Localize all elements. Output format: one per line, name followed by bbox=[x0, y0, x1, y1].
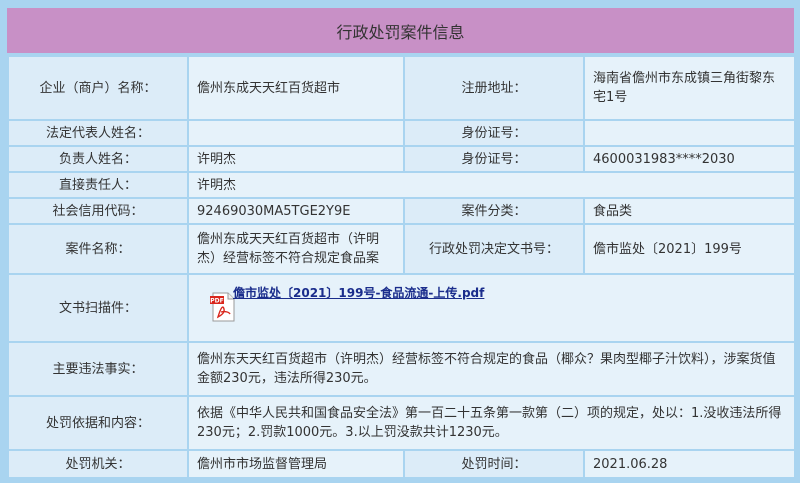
date-value: 2021.06.28 bbox=[585, 451, 794, 477]
facts-value: 儋州东天天红百货超市（许明杰）经营标签不符合规定的食品（椰众？果肉型椰子汁饮料）… bbox=[189, 343, 794, 395]
facts-label: 主要违法事实： bbox=[9, 343, 187, 395]
table-row: 案件名称： 儋州东成天天红百货超市（许明杰）经营标签不符合规定食品案 行政处罚决… bbox=[9, 225, 794, 273]
table-row: 处罚机关： 儋州市市场监督管理局 处罚时间： 2021.06.28 bbox=[9, 451, 794, 477]
basis-value: 依据《中华人民共和国食品安全法》第一百二十五条第一款第（二）项的规定，处以：1.… bbox=[189, 397, 794, 449]
address-value: 海南省儋州市东成镇三角街黎东宅1号 bbox=[585, 57, 794, 119]
authority-label: 处罚机关： bbox=[9, 451, 187, 477]
scan-pdf-link[interactable]: 儋市监处〔2021〕199号-食品流通-上传.pdf bbox=[233, 284, 484, 303]
company-label: 企业（商户）名称： bbox=[9, 57, 187, 119]
table-row: 处罚依据和内容： 依据《中华人民共和国食品安全法》第一百二十五条第一款第（二）项… bbox=[9, 397, 794, 449]
credit-code-value: 92469030MA5TGE2Y9E bbox=[189, 199, 403, 223]
category-label: 案件分类： bbox=[405, 199, 583, 223]
principal-id-value: 4600031983****2030 bbox=[585, 147, 794, 171]
table-row: 文书扫描件： PDF 儋市监处〔2021〕199号-食品流通-上传.pdf bbox=[9, 275, 794, 341]
table-row: 法定代表人姓名： 身份证号： bbox=[9, 121, 794, 145]
date-label: 处罚时间： bbox=[405, 451, 583, 477]
basis-label: 处罚依据和内容： bbox=[9, 397, 187, 449]
case-info-table: 企业（商户）名称： 儋州东成天天红百货超市 注册地址： 海南省儋州市东成镇三角街… bbox=[7, 55, 796, 479]
page-title: 行政处罚案件信息 bbox=[7, 8, 794, 53]
category-value: 食品类 bbox=[585, 199, 794, 223]
scan-cell: PDF 儋市监处〔2021〕199号-食品流通-上传.pdf bbox=[189, 275, 794, 341]
company-value: 儋州东成天天红百货超市 bbox=[189, 57, 403, 119]
authority-value: 儋州市市场监督管理局 bbox=[189, 451, 403, 477]
legal-id-value bbox=[585, 121, 794, 145]
legal-rep-label: 法定代表人姓名： bbox=[9, 121, 187, 145]
decision-doc-value: 儋市监处〔2021〕199号 bbox=[585, 225, 794, 273]
table-row: 主要违法事实： 儋州东天天红百货超市（许明杰）经营标签不符合规定的食品（椰众？果… bbox=[9, 343, 794, 395]
direct-responsible-label: 直接责任人： bbox=[9, 173, 187, 197]
table-row: 企业（商户）名称： 儋州东成天天红百货超市 注册地址： 海南省儋州市东成镇三角街… bbox=[9, 57, 794, 119]
legal-rep-value bbox=[189, 121, 403, 145]
direct-responsible-value: 许明杰 bbox=[189, 173, 794, 197]
svg-text:PDF: PDF bbox=[210, 298, 223, 305]
case-name-value: 儋州东成天天红百货超市（许明杰）经营标签不符合规定食品案 bbox=[189, 225, 403, 273]
credit-code-label: 社会信用代码： bbox=[9, 199, 187, 223]
decision-doc-label: 行政处罚决定文书号： bbox=[405, 225, 583, 273]
address-label: 注册地址： bbox=[405, 57, 583, 119]
legal-id-label: 身份证号： bbox=[405, 121, 583, 145]
scan-label: 文书扫描件： bbox=[9, 275, 187, 341]
table-row: 负责人姓名： 许明杰 身份证号： 4600031983****2030 bbox=[9, 147, 794, 171]
page-frame: 行政处罚案件信息 企业（商户）名称： 儋州东成天天红百货超市 注册地址： 海南省… bbox=[0, 0, 800, 483]
principal-id-label: 身份证号： bbox=[405, 147, 583, 171]
principal-label: 负责人姓名： bbox=[9, 147, 187, 171]
table-row: 直接责任人： 许明杰 bbox=[9, 173, 794, 197]
principal-value: 许明杰 bbox=[189, 147, 403, 171]
table-row: 社会信用代码： 92469030MA5TGE2Y9E 案件分类： 食品类 bbox=[9, 199, 794, 223]
case-name-label: 案件名称： bbox=[9, 225, 187, 273]
